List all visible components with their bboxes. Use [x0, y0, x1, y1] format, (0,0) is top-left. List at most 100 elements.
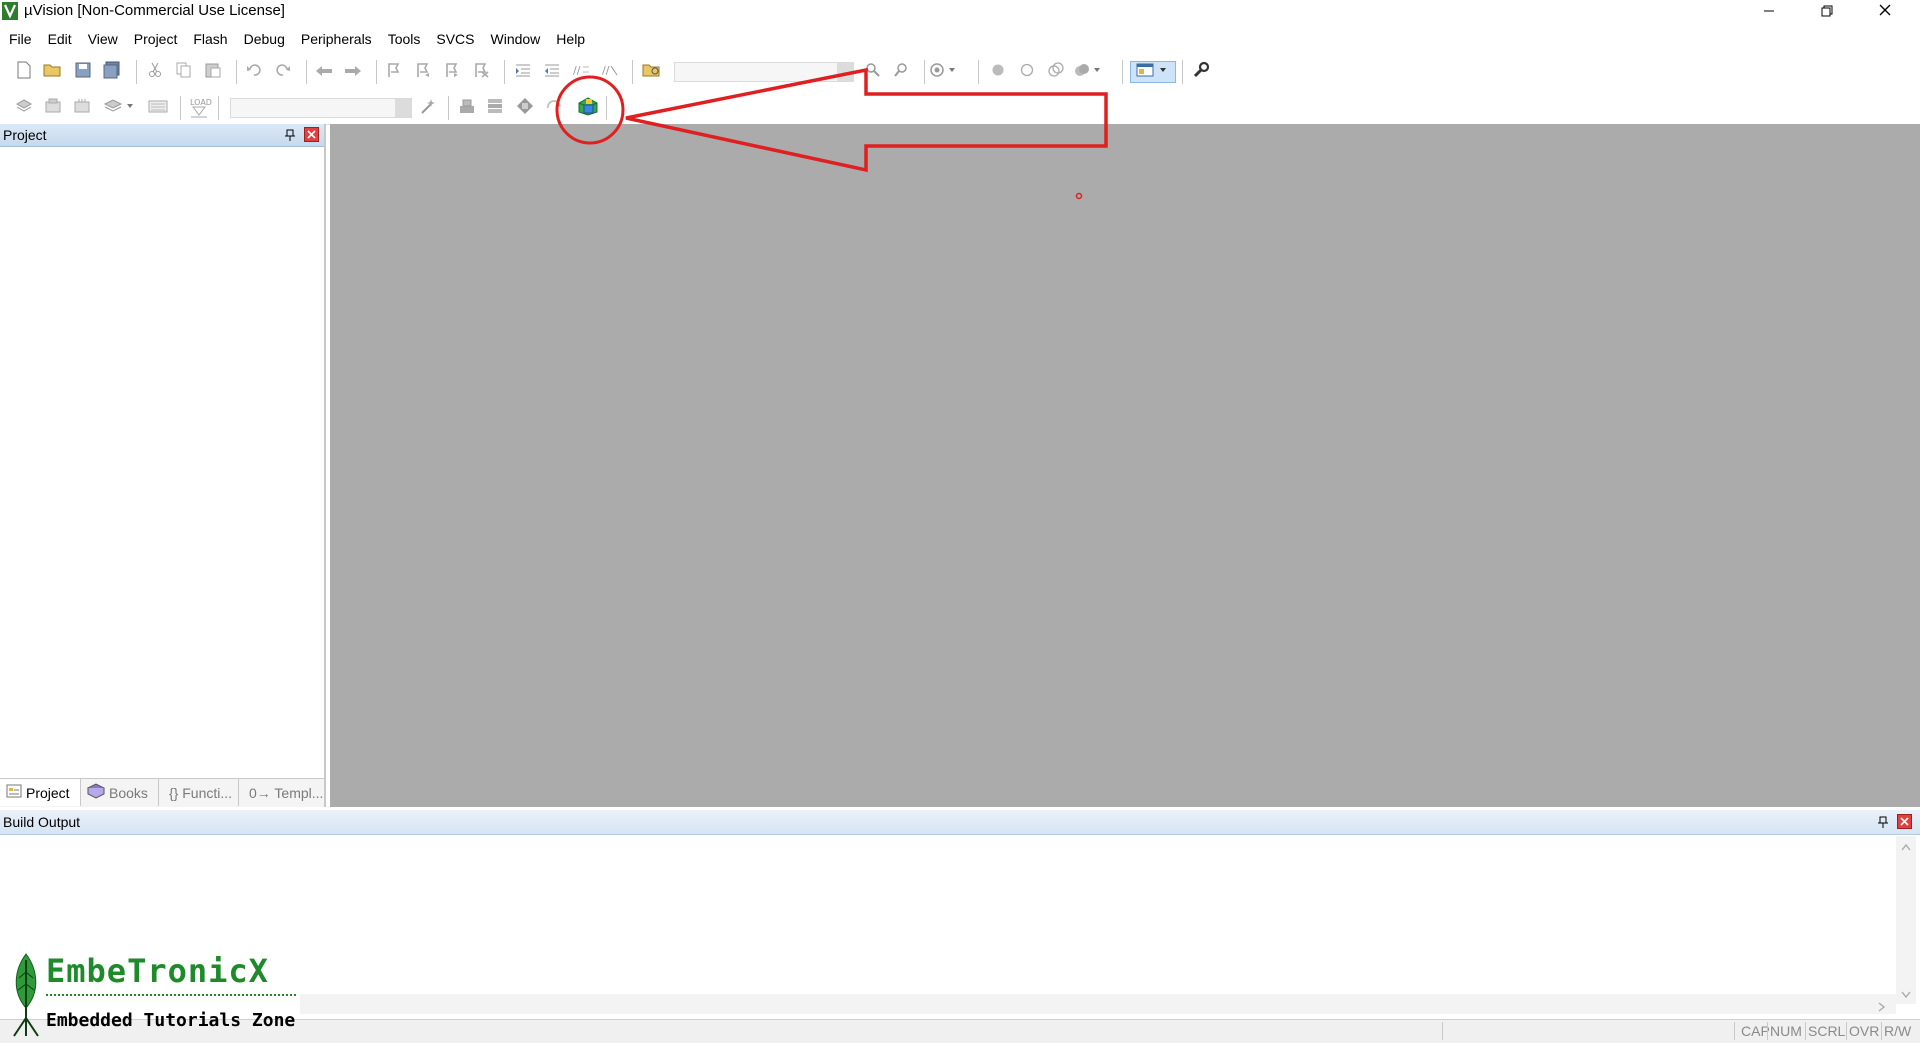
scroll-down-icon[interactable]: [1901, 986, 1911, 1003]
open-file-button[interactable]: [42, 61, 64, 83]
comment-button[interactable]: //: [570, 61, 592, 83]
tab-templates-label: 0→ Templ...: [249, 784, 324, 801]
scroll-right-icon[interactable]: [1878, 999, 1886, 1016]
file-toolbar: // //: [0, 54, 1920, 88]
select-packs-icon: [486, 97, 506, 119]
find-combo-dropdown[interactable]: [837, 63, 853, 81]
clear-bookmarks-button[interactable]: [470, 61, 492, 83]
new-file-button[interactable]: [13, 61, 35, 83]
find-button[interactable]: [862, 61, 884, 83]
window-layout-button[interactable]: [1130, 61, 1176, 83]
find-in-files-icon: [642, 62, 662, 82]
save-button[interactable]: [72, 61, 94, 83]
batch-build-icon: [103, 98, 137, 118]
tab-books-label: Books: [109, 784, 148, 801]
stop-build-button[interactable]: [147, 97, 169, 119]
project-window: Project Project Books {} Functi... 0→ Te…: [0, 124, 326, 807]
menu-svcs[interactable]: SVCS: [428, 26, 482, 52]
redo-button[interactable]: [272, 61, 294, 83]
menu-debug[interactable]: Debug: [236, 26, 293, 52]
save-icon: [75, 62, 91, 82]
unindent-button[interactable]: [541, 61, 563, 83]
kill-breakpoints-button[interactable]: [1073, 61, 1101, 83]
svg-text://: //: [602, 64, 610, 77]
insert-breakpoint-button[interactable]: [987, 61, 1009, 83]
pack-installer-button[interactable]: [577, 97, 599, 119]
indent-button[interactable]: [512, 61, 534, 83]
incremental-find-button[interactable]: [891, 61, 913, 83]
tab-templates[interactable]: 0→ Templ...: [239, 779, 323, 806]
manage-project-items-button[interactable]: [456, 97, 478, 119]
navigate-forward-icon: [344, 64, 362, 81]
status-rw: R/W: [1884, 1023, 1912, 1039]
pin-icon[interactable]: [283, 128, 297, 142]
next-bookmark-icon: [444, 62, 460, 82]
menu-flash[interactable]: Flash: [185, 26, 235, 52]
menu-window[interactable]: Window: [483, 26, 549, 52]
menu-edit[interactable]: Edit: [40, 26, 80, 52]
undo-button[interactable]: [243, 61, 265, 83]
menu-file[interactable]: File: [0, 26, 40, 52]
target-combo-dropdown[interactable]: [395, 99, 411, 117]
disable-breakpoint-button[interactable]: [1016, 61, 1038, 83]
debug-session-button[interactable]: [930, 61, 955, 83]
editor-area[interactable]: [330, 124, 1920, 807]
download-button[interactable]: LOAD: [188, 97, 212, 119]
vertical-scrollbar[interactable]: [1896, 836, 1916, 1004]
tab-project[interactable]: Project: [0, 779, 81, 806]
close-icon[interactable]: [1897, 814, 1912, 829]
insert-bookmark-button[interactable]: [383, 61, 405, 83]
horizontal-scrollbar[interactable]: [300, 994, 1896, 1014]
target-options-icon: [420, 97, 438, 119]
navigate-back-button[interactable]: [313, 61, 335, 83]
copy-button[interactable]: [173, 61, 195, 83]
build-button[interactable]: [42, 97, 64, 119]
undo-icon: [246, 63, 262, 81]
uncomment-button[interactable]: //: [599, 61, 621, 83]
target-options-button[interactable]: [418, 97, 440, 119]
batch-build-button[interactable]: [100, 97, 140, 119]
save-all-button[interactable]: [101, 61, 123, 83]
menu-peripherals[interactable]: Peripherals: [293, 26, 380, 52]
project-window-title: Project: [3, 127, 47, 143]
close-window-button[interactable]: [1856, 0, 1914, 24]
find-combo[interactable]: [674, 62, 854, 82]
select-packs-button[interactable]: [485, 97, 507, 119]
minimize-button[interactable]: [1740, 0, 1798, 24]
menu-help[interactable]: Help: [548, 26, 593, 52]
build-output-title: Build Output: [3, 814, 81, 830]
kill-breakpoints-icon: [1073, 62, 1101, 82]
redo-icon: [275, 63, 291, 81]
pin-icon[interactable]: [1876, 815, 1890, 829]
tab-books[interactable]: Books: [81, 779, 159, 806]
close-icon: [1878, 3, 1892, 21]
watermark-dotted-line: [46, 994, 296, 999]
menu-view[interactable]: View: [80, 26, 126, 52]
navigate-forward-button[interactable]: [342, 61, 364, 83]
translate-button[interactable]: [13, 97, 35, 119]
next-bookmark-button[interactable]: [441, 61, 463, 83]
cut-button[interactable]: [144, 61, 166, 83]
close-icon[interactable]: [304, 127, 319, 142]
menu-tools[interactable]: Tools: [380, 26, 429, 52]
paste-button[interactable]: [202, 61, 224, 83]
clear-bookmarks-icon: [473, 62, 489, 82]
rebuild-button[interactable]: [71, 97, 93, 119]
disable-all-breakpoints-button[interactable]: [1045, 61, 1067, 83]
configure-button[interactable]: [1190, 61, 1212, 83]
manage-run-time-environment-button[interactable]: [514, 97, 536, 119]
prev-bookmark-icon: [415, 62, 431, 82]
stop-build-icon: [148, 98, 168, 118]
restore-button[interactable]: [1798, 0, 1856, 24]
tab-functions[interactable]: {} Functi...: [159, 779, 239, 806]
refresh-button[interactable]: [543, 97, 565, 119]
menu-project[interactable]: Project: [126, 26, 186, 52]
target-combo[interactable]: [230, 98, 412, 118]
prev-bookmark-button[interactable]: [412, 61, 434, 83]
title-bar[interactable]: µVision [Non-Commercial Use License]: [0, 0, 1920, 24]
disable-all-breakpoints-icon: [1047, 62, 1065, 82]
build-toolbar: LOAD: [0, 90, 1920, 125]
find-in-files-button[interactable]: [641, 61, 663, 83]
cut-icon: [148, 62, 162, 82]
scroll-up-icon[interactable]: [1901, 838, 1911, 855]
